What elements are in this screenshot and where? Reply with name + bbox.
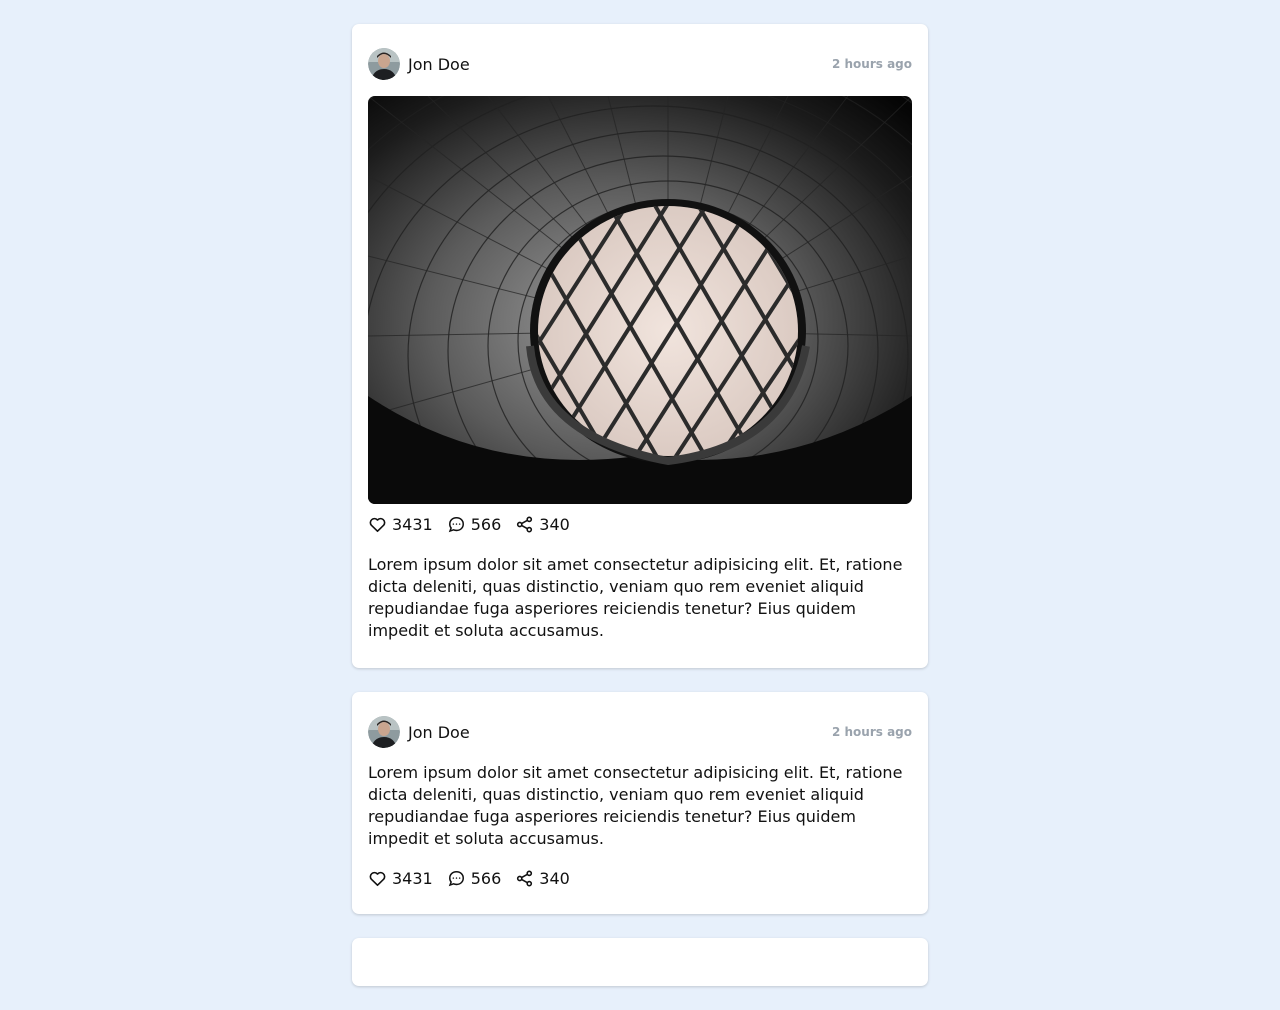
avatar[interactable] <box>368 48 400 80</box>
comment-count: 566 <box>470 868 502 888</box>
post-feed: Jon Doe 2 hours ago 3431 566 340 Lorem i… <box>352 24 928 1010</box>
share-icon <box>517 870 533 886</box>
post-stats: 3431 566 340 <box>368 866 912 890</box>
post-author[interactable]: Jon Doe <box>368 716 470 748</box>
share-count: 340 <box>539 514 570 534</box>
comment-button[interactable]: 566 <box>447 868 502 888</box>
heart-icon <box>369 871 386 886</box>
share-icon <box>517 516 533 532</box>
share-count: 340 <box>539 868 570 888</box>
comment-icon <box>448 870 464 886</box>
post-timestamp: 2 hours ago <box>831 57 912 71</box>
avatar[interactable] <box>368 716 400 748</box>
like-button[interactable]: 3431 <box>368 869 433 888</box>
post-header: Jon Doe 2 hours ago <box>368 48 912 80</box>
like-button[interactable]: 3431 <box>368 515 433 534</box>
post-card: Jon Doe 2 hours ago 3431 566 340 Lorem i… <box>352 24 928 668</box>
comment-count: 566 <box>470 514 502 534</box>
comment-icon <box>448 516 464 532</box>
author-name[interactable]: Jon Doe <box>408 723 470 742</box>
share-button[interactable]: 340 <box>515 869 570 888</box>
post-text: Lorem ipsum dolor sit amet consectetur a… <box>368 763 903 848</box>
post-card <box>352 938 928 986</box>
post-image[interactable] <box>368 96 912 504</box>
comment-button[interactable]: 566 <box>447 514 502 534</box>
post-author[interactable]: Jon Doe <box>368 48 470 80</box>
post-stats: 3431 566 340 <box>368 512 912 536</box>
heart-icon <box>369 517 386 532</box>
share-button[interactable]: 340 <box>515 515 570 534</box>
post-header: Jon Doe 2 hours ago <box>368 716 912 748</box>
author-name[interactable]: Jon Doe <box>408 55 470 74</box>
post-text: Lorem ipsum dolor sit amet consectetur a… <box>368 555 903 640</box>
post-card: Jon Doe 2 hours ago Lorem ipsum dolor si… <box>352 692 928 914</box>
post-timestamp: 2 hours ago <box>831 725 912 739</box>
like-count: 3431 <box>392 868 433 888</box>
like-count: 3431 <box>392 514 433 534</box>
